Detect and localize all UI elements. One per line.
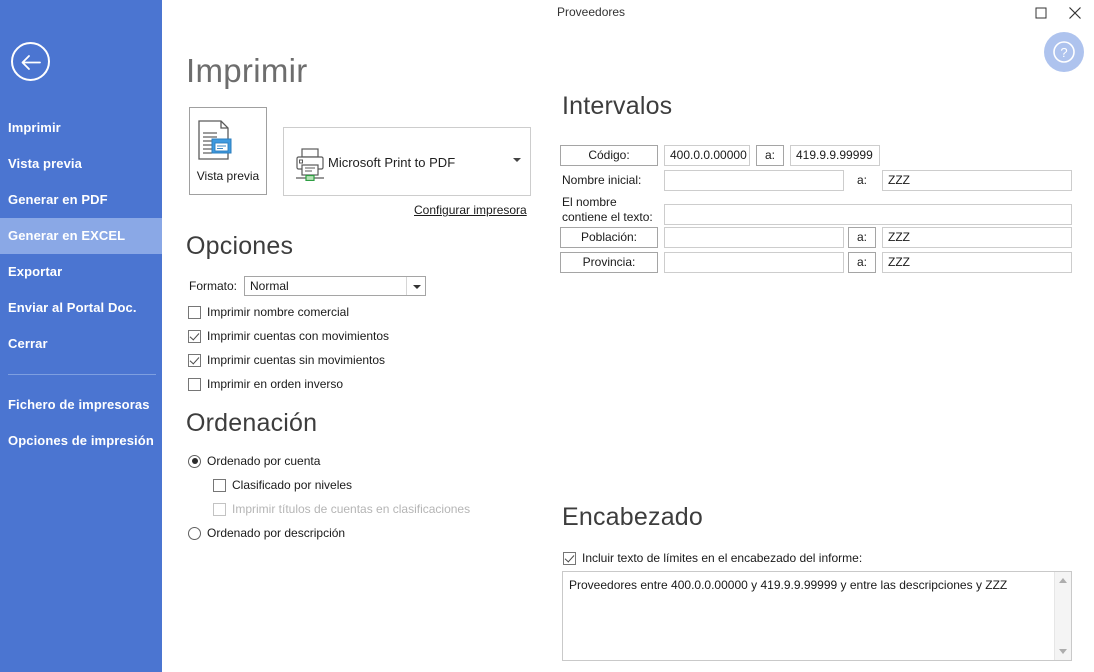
printer-select[interactable]: Microsoft Print to PDF [283,127,531,196]
maximize-button[interactable] [1024,0,1058,26]
checkbox-imprimir-cuentas-con-movimientos[interactable]: Imprimir cuentas con movimientos [188,324,389,348]
provincia-to-input[interactable]: ZZZ [882,252,1072,273]
sidebar-item-vista-previa[interactable]: Vista previa [0,146,162,182]
poblacion-a-label: a: [848,227,876,248]
poblacion-label: Población: [560,227,658,248]
sidebar-item-generar-pdf[interactable]: Generar en PDF [0,182,162,218]
checkbox-icon[interactable] [188,377,201,391]
svg-text:?: ? [1060,45,1067,60]
codigo-label: Código: [560,145,658,166]
sidebar-item-enviar-portal-doc[interactable]: Enviar al Portal Doc. [0,290,162,326]
sidebar-divider [8,374,156,375]
checkbox-clasificado-por-niveles[interactable]: Clasificado por niveles [213,473,470,497]
codigo-a-label: a: [756,145,784,166]
encabezado-section-title: Encabezado [562,503,704,531]
checkbox-imprimir-en-orden-inverso[interactable]: Imprimir en orden inverso [188,372,389,396]
checkbox-label: Incluir texto de límites en el encabezad… [582,551,863,565]
radio-label: Ordenado por descripción [207,526,346,540]
intervalo-row-nombre-contiene: El nombre contiene el texto: [560,195,1072,225]
checkbox-icon[interactable] [188,329,201,343]
checkbox-incluir-texto-limites[interactable]: Incluir texto de límites en el encabezad… [563,546,862,570]
opciones-section-title: Opciones [186,232,294,260]
checkbox-icon[interactable] [188,353,201,367]
printer-icon [294,147,326,184]
checkbox-icon[interactable] [188,305,201,319]
checkbox-label: Imprimir cuentas sin movimientos [207,353,386,367]
checkbox-icon[interactable] [563,551,576,565]
intervalo-row-poblacion: Población: a: ZZZ [560,227,1072,252]
codigo-to-input[interactable]: 419.9.9.99999 [790,145,880,166]
configurar-impresora-link[interactable]: Configurar impresora [414,203,527,217]
nombre-inicial-label: Nombre inicial: [562,173,642,187]
checkbox-label: Imprimir cuentas con movimientos [207,329,390,343]
sidebar-item-exportar[interactable]: Exportar [0,254,162,290]
sidebar-item-imprimir[interactable]: Imprimir [0,110,162,146]
provincia-a-label: a: [848,252,876,273]
radio-icon[interactable] [188,454,201,468]
ordenacion-options: Ordenado por cuenta Clasificado por nive… [188,449,470,545]
vista-previa-button[interactable]: Vista previa [189,107,267,195]
nombre-contiene-label: El nombre contiene el texto: [562,195,653,224]
intervalo-row-codigo: Código: 400.0.0.00000 a: 419.9.9.99999 [560,145,1072,170]
scroll-down-arrow-icon[interactable] [1059,649,1067,654]
help-icon: ? [1044,40,1084,64]
document-preview-icon [190,117,266,166]
close-button[interactable] [1058,0,1092,26]
nombre-contiene-input[interactable] [664,204,1072,225]
checkbox-icon[interactable] [213,478,226,492]
checkbox-label: Imprimir títulos de cuentas en clasifica… [232,502,471,516]
nombre-inicial-from-input[interactable] [664,170,844,191]
encabezado-textarea[interactable]: Proveedores entre 400.0.0.00000 y 419.9.… [562,571,1072,661]
back-arrow-icon [13,52,48,73]
page-title: Imprimir [186,52,308,89]
chevron-down-icon[interactable] [513,158,521,162]
checkbox-imprimir-nombre-comercial[interactable]: Imprimir nombre comercial [188,300,389,324]
nombre-inicial-to-input[interactable]: ZZZ [882,170,1072,191]
scroll-up-arrow-icon[interactable] [1059,578,1067,583]
intervalos-fields: Código: 400.0.0.00000 a: 419.9.9.99999 N… [560,145,1072,277]
radio-ordenado-por-cuenta[interactable]: Ordenado por cuenta [188,449,470,473]
codigo-from-input[interactable]: 400.0.0.00000 [664,145,750,166]
intervalo-row-provincia: Provincia: a: ZZZ [560,252,1072,277]
intervalos-section-title: Intervalos [562,92,673,120]
sidebar-menu: Imprimir Vista previa Generar en PDF Gen… [0,110,162,459]
window-title: Proveedores [557,5,626,19]
poblacion-to-input[interactable]: ZZZ [882,227,1072,248]
checkbox-imprimir-cuentas-sin-movimientos[interactable]: Imprimir cuentas sin movimientos [188,348,389,372]
nombre-inicial-a-label: a: [856,173,867,187]
encabezado-scrollbar[interactable] [1054,572,1071,660]
back-button[interactable] [11,42,50,81]
sidebar-item-fichero-impresoras[interactable]: Fichero de impresoras [0,387,162,423]
formato-value: Normal [250,279,289,293]
sidebar: Imprimir Vista previa Generar en PDF Gen… [0,0,162,672]
formato-label: Formato: [189,279,238,293]
provincia-from-input[interactable] [664,252,844,273]
radio-icon[interactable] [188,526,201,540]
radio-label: Ordenado por cuenta [207,454,321,468]
chevron-down-icon[interactable] [406,277,426,295]
intervalo-row-nombre-inicial: Nombre inicial: a: ZZZ [560,170,1072,195]
checkbox-imprimir-titulos-clasificaciones: Imprimir títulos de cuentas en clasifica… [213,497,470,521]
print-backstage-window: Imprimir Vista previa Generar en PDF Gen… [0,0,1094,672]
provincia-label: Provincia: [560,252,658,273]
formato-row: Formato: Normal [189,276,427,296]
poblacion-from-input[interactable] [664,227,844,248]
checkbox-label: Imprimir en orden inverso [207,377,344,391]
checkbox-label: Clasificado por niveles [232,478,353,492]
vista-previa-label: Vista previa [196,169,260,183]
formato-select[interactable]: Normal [244,276,427,296]
sidebar-item-generar-excel[interactable]: Generar en EXCEL [0,218,162,254]
sidebar-item-opciones-impresion[interactable]: Opciones de impresión [0,423,162,459]
printer-name: Microsoft Print to PDF [328,155,456,170]
opciones-checkbox-list: Imprimir nombre comercial Imprimir cuent… [188,300,389,396]
radio-ordenado-por-descripcion[interactable]: Ordenado por descripción [188,521,470,545]
sidebar-item-cerrar[interactable]: Cerrar [0,326,162,362]
ordenacion-section-title: Ordenación [186,409,318,437]
encabezado-text: Proveedores entre 400.0.0.00000 y 419.9.… [569,578,1008,592]
checkbox-label: Imprimir nombre comercial [207,305,350,319]
help-button[interactable]: ? [1044,32,1084,72]
checkbox-icon [213,502,226,516]
title-bar: Proveedores [162,0,1094,28]
